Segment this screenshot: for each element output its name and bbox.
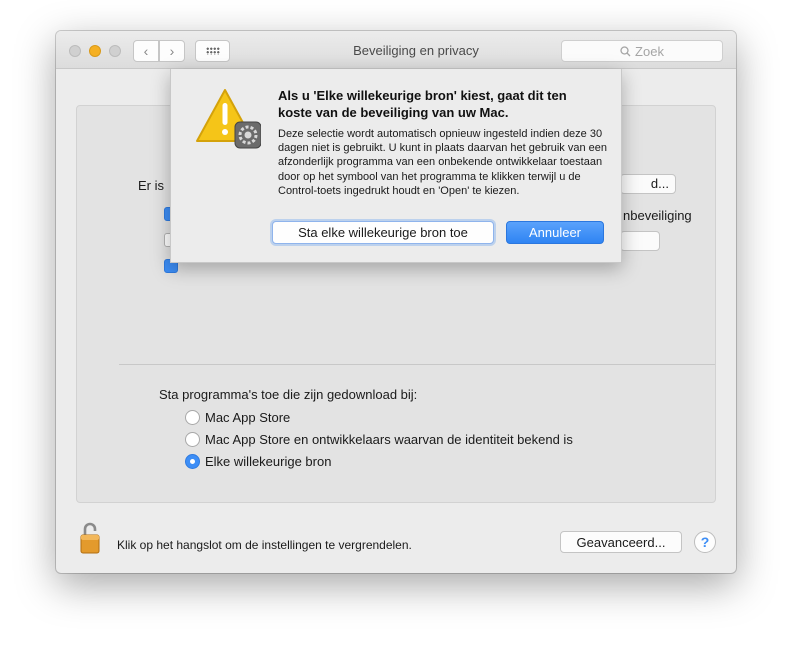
chevron-left-icon: ‹ (143, 43, 149, 59)
minimize-button[interactable] (89, 45, 101, 57)
help-button[interactable]: ? (694, 531, 716, 553)
cancel-button[interactable]: Annuleer (506, 221, 604, 244)
divider (119, 364, 715, 365)
alert-title: Als u 'Elke willekeurige bron' kiest, ga… (278, 88, 567, 120)
grid-icon (205, 47, 220, 55)
radio-identified-developers[interactable]: Mac App Store en ontwikkelaars waarvan d… (185, 432, 573, 447)
downloads-label: Sta programma's toe die zijn gedownload … (159, 387, 418, 402)
window-title: Beveiliging en privacy (353, 43, 479, 58)
lock-instruction: Klik op het hangslot om de instellingen … (117, 538, 412, 552)
warning-icon (196, 89, 261, 149)
unlocked-padlock-icon[interactable] (80, 521, 102, 555)
radio-label: Mac App Store en ontwikkelaars waarvan d… (205, 432, 573, 447)
partial-button[interactable]: d... (620, 174, 676, 194)
search-field[interactable]: Zoek (561, 40, 723, 62)
search-placeholder: Zoek (635, 43, 664, 59)
radio-mac-app-store[interactable]: Mac App Store (185, 410, 290, 425)
chevron-right-icon: › (169, 43, 175, 59)
radio-anywhere[interactable]: Elke willekeurige bron (185, 454, 331, 469)
partial-button-2[interactable] (620, 231, 660, 251)
back-button[interactable]: ‹ (133, 40, 159, 62)
allow-anywhere-button[interactable]: Sta elke willekeurige bron toe (272, 221, 494, 244)
radio-label: Elke willekeurige bron (205, 454, 332, 469)
partial-checkbox-label: nbeveiliging (623, 208, 692, 223)
show-all-button[interactable] (195, 40, 230, 62)
radio-button[interactable] (185, 432, 200, 447)
zoom-button[interactable] (109, 45, 121, 57)
radio-button[interactable] (185, 410, 200, 425)
radio-label: Mac App Store (205, 410, 291, 425)
close-button[interactable] (69, 45, 81, 57)
advanced-button[interactable]: Geavanceerd... (560, 531, 682, 553)
partial-label: Er is (138, 178, 164, 193)
alert-message: Deze selectie wordt automatisch opnieuw … (278, 128, 607, 197)
alert-sheet: Als u 'Elke willekeurige bron' kiest, ga… (170, 69, 622, 263)
title-bar[interactable]: ‹ › Beveiliging en privacy Zoek (56, 31, 736, 69)
search-icon (620, 45, 631, 56)
forward-button[interactable]: › (159, 40, 185, 62)
radio-button-selected[interactable] (185, 454, 200, 469)
